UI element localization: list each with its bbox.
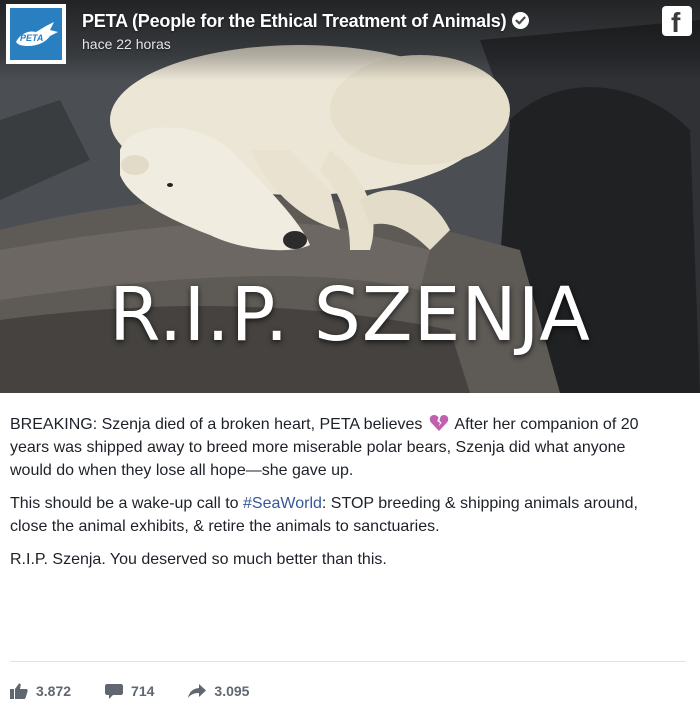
hashtag-link[interactable]: #SeaWorld xyxy=(243,495,322,512)
shares-count: 3.095 xyxy=(214,683,250,699)
share-arrow-icon xyxy=(188,684,207,698)
facebook-post-card: PETA PETA (People for the Ethical Treatm… xyxy=(0,0,700,719)
post-paragraph-1: BREAKING: Szenja died of a broken heart,… xyxy=(10,413,670,482)
page-avatar[interactable]: PETA xyxy=(6,4,66,64)
post-text: BREAKING: Szenja died of a broken heart,… xyxy=(10,413,670,581)
post-paragraph-3: R.I.P. Szenja. You deserved so much bett… xyxy=(10,551,387,568)
thumbs-up-icon xyxy=(10,683,28,699)
engagement-stats: 3.872 714 3.095 xyxy=(10,680,283,702)
page-name-link[interactable]: PETA (People for the Ethical Treatment o… xyxy=(82,11,530,32)
post-image[interactable]: PETA PETA (People for the Ethical Treatm… xyxy=(0,0,700,393)
comments-count: 714 xyxy=(131,683,155,699)
post-timestamp[interactable]: hace 22 horas xyxy=(82,36,171,52)
comments-stat[interactable]: 714 xyxy=(105,683,154,699)
verified-check-icon xyxy=(512,12,530,29)
likes-stat[interactable]: 3.872 xyxy=(10,683,71,699)
post-paragraph-2: This should be a wake-up call to #SeaWor… xyxy=(10,492,670,538)
avatar-text: PETA xyxy=(20,33,43,43)
likes-count: 3.872 xyxy=(36,683,72,699)
page-name[interactable]: PETA (People for the Ethical Treatment o… xyxy=(82,11,507,31)
divider xyxy=(10,661,686,662)
paragraph-1-part-1: BREAKING: Szenja died of a broken heart,… xyxy=(10,416,423,433)
image-headline: R.I.P. SZENJA xyxy=(109,272,591,358)
broken-heart-icon xyxy=(429,415,449,431)
paragraph-2-part-1: This should be a wake-up call to xyxy=(10,495,239,512)
facebook-logo-icon: f xyxy=(662,6,692,38)
post-header: PETA PETA (People for the Ethical Treatm… xyxy=(0,0,700,80)
peta-logo: PETA xyxy=(10,8,62,60)
shares-stat[interactable]: 3.095 xyxy=(188,683,249,699)
comment-bubble-icon xyxy=(105,684,124,699)
peta-rabbit-logo-icon: PETA xyxy=(16,22,58,46)
